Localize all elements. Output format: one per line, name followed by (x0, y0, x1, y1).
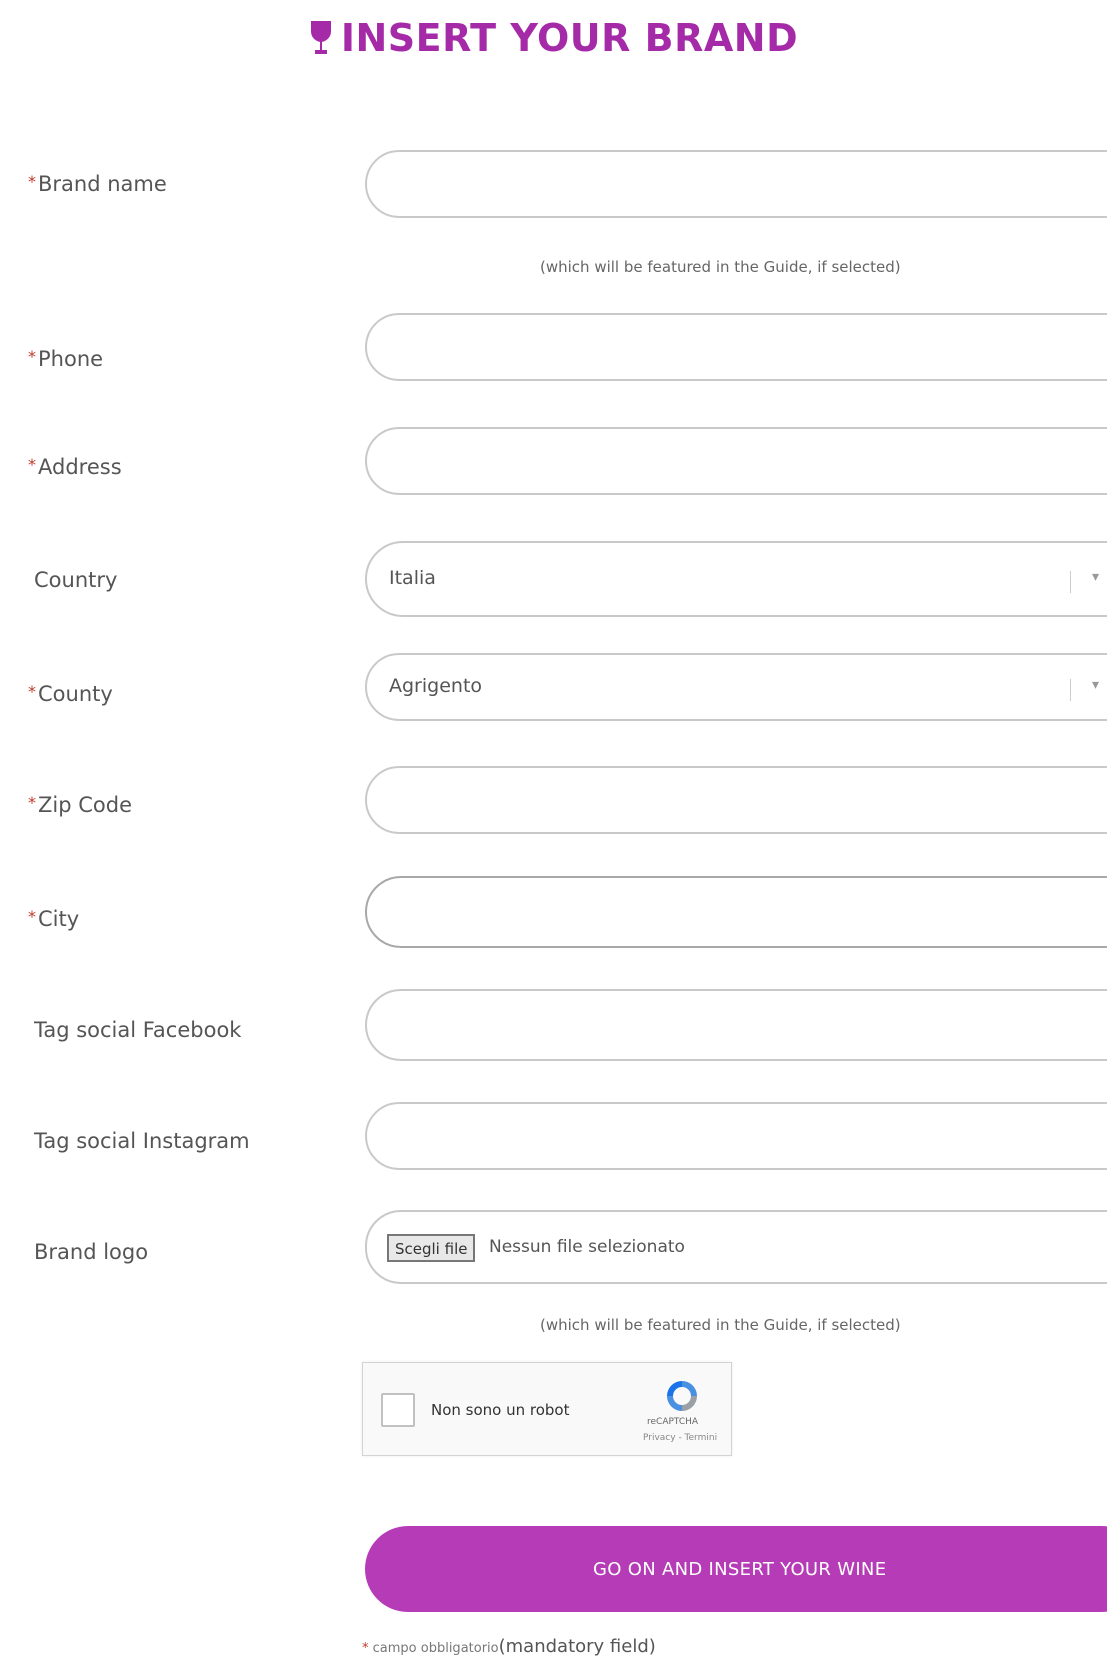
page-title: INSERT YOUR BRAND (0, 16, 1107, 60)
brand-logo-note: (which will be featured in the Guide, if… (540, 1316, 901, 1334)
facebook-field[interactable] (365, 989, 1107, 1061)
phone-input[interactable] (367, 315, 1107, 379)
mandatory-note-big: (mandatory field) (498, 1636, 656, 1657)
mandatory-note-small: campo obbligatorio (372, 1641, 499, 1656)
file-status: Nessun file selezionato (489, 1237, 685, 1257)
recaptcha-widget: Non sono un robot reCAPTCHA Privacy - Te… (362, 1362, 732, 1456)
country-select[interactable]: Italia ▾ (365, 541, 1107, 617)
required-marker: * (28, 907, 36, 926)
mandatory-field-note: * campo obbligatorio(mandatory field) (362, 1636, 656, 1657)
instagram-label: Tag social Instagram (34, 1129, 250, 1153)
select-separator (1070, 679, 1071, 701)
required-marker: * (28, 347, 36, 366)
zip-code-label: *Zip Code (28, 793, 132, 817)
go-on-insert-wine-button[interactable]: GO ON AND INSERT YOUR WINE (365, 1526, 1107, 1612)
city-field[interactable] (365, 876, 1107, 948)
required-marker: * (28, 455, 36, 474)
brand-name-field[interactable] (365, 150, 1107, 218)
country-label: Country (34, 568, 118, 592)
brand-name-note: (which will be featured in the Guide, if… (540, 258, 901, 276)
brand-name-input[interactable] (367, 152, 1107, 216)
recaptcha-label: Non sono un robot (431, 1401, 570, 1419)
required-marker: * (28, 793, 36, 812)
city-input[interactable] (367, 878, 1107, 946)
county-select[interactable]: Agrigento ▾ (365, 653, 1107, 721)
recaptcha-terms-link[interactable]: Privacy - Termini (643, 1433, 717, 1443)
instagram-field[interactable] (365, 1102, 1107, 1170)
brand-logo-label: Brand logo (34, 1240, 149, 1264)
chevron-down-icon[interactable]: ▾ (1092, 569, 1099, 585)
city-label: *City (28, 907, 80, 931)
zip-code-field[interactable] (365, 766, 1107, 834)
instagram-input[interactable] (367, 1104, 1107, 1168)
select-separator (1070, 571, 1071, 593)
county-selected-value: Agrigento (389, 675, 483, 697)
address-label: *Address (28, 455, 122, 479)
required-marker: * (28, 172, 36, 191)
phone-label: *Phone (28, 347, 104, 371)
brand-logo-field: Scegli file Nessun file selezionato (365, 1210, 1107, 1284)
required-marker: * (28, 682, 36, 701)
choose-file-button[interactable]: Scegli file (387, 1234, 476, 1262)
address-input[interactable] (367, 429, 1107, 493)
county-label: *County (28, 682, 113, 706)
facebook-input[interactable] (367, 991, 1107, 1059)
page-title-text: INSERT YOUR BRAND (340, 16, 799, 60)
address-field[interactable] (365, 427, 1107, 495)
recaptcha-logo-icon (667, 1381, 697, 1411)
wine-glass-icon (310, 21, 331, 54)
brand-name-label: *Brand name (28, 172, 167, 196)
recaptcha-checkbox[interactable] (381, 1393, 415, 1427)
phone-field[interactable] (365, 313, 1107, 381)
chevron-down-icon[interactable]: ▾ (1092, 677, 1099, 693)
facebook-label: Tag social Facebook (34, 1018, 242, 1042)
country-selected-value: Italia (389, 567, 436, 589)
recaptcha-brand: reCAPTCHA (647, 1417, 699, 1427)
zip-code-input[interactable] (367, 768, 1107, 832)
required-marker: * (362, 1641, 369, 1656)
